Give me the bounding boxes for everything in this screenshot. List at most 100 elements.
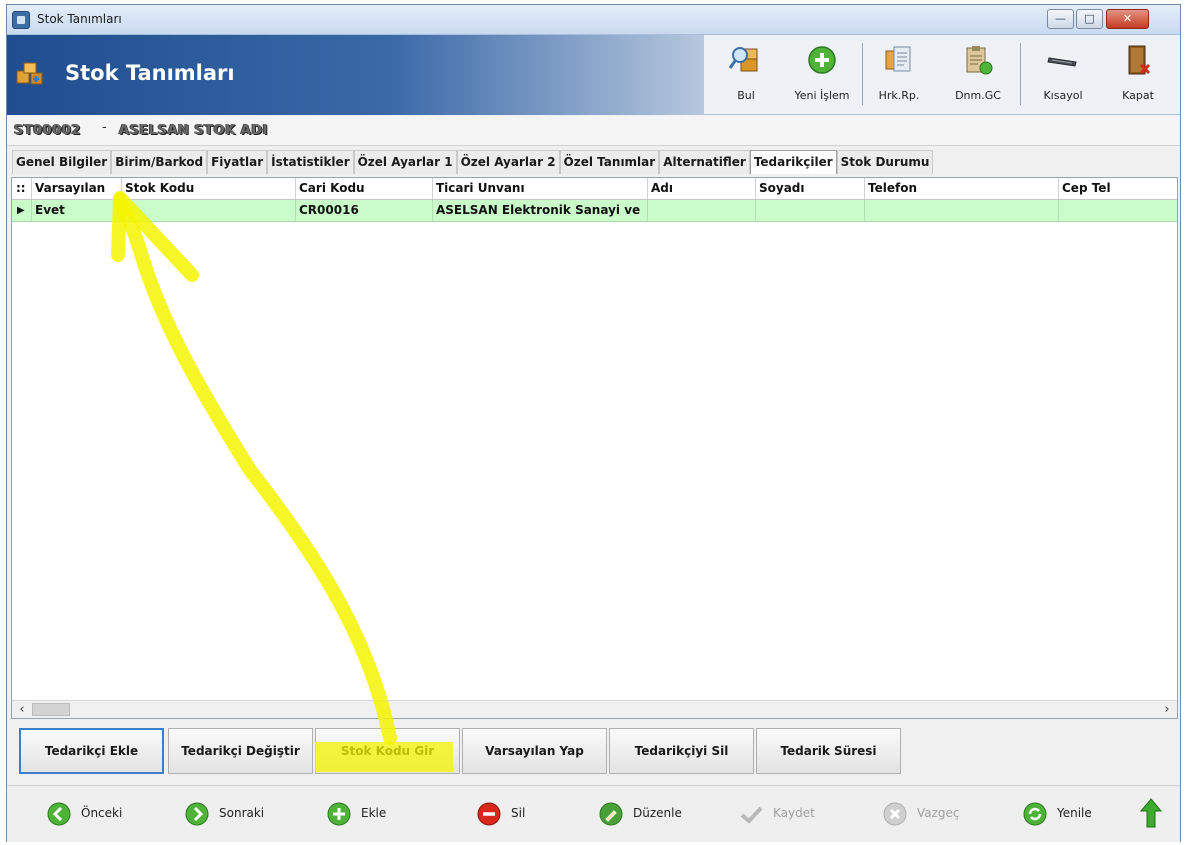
toolbar-label: Bul (737, 89, 755, 102)
exit-door-icon (1128, 45, 1151, 75)
table-cell[interactable]: CR00016 (296, 200, 433, 221)
main-window: Stok Tanımları — □ ✕ Stok Tanımları Bul (6, 4, 1181, 842)
scroll-right-arrow-icon[interactable]: › (1159, 701, 1175, 718)
column-header[interactable]: Cep Tel (1059, 178, 1179, 199)
horizontal-scrollbar[interactable]: ‹ › (12, 700, 1177, 718)
stock-info-bar: ST00002 - ASELSAN STOK ADI (7, 116, 1180, 146)
cancel-button[interactable]: Vazgeç (883, 798, 983, 830)
window-title: Stok Tanımları (37, 12, 122, 26)
close-window-button[interactable]: ✕ (1106, 9, 1149, 29)
bottom-navigation: Önceki Sonraki Ekle Sil Düzenle Kaydet V… (7, 785, 1180, 842)
green-plus-icon (327, 802, 351, 826)
keyboard-icon (1047, 57, 1077, 67)
delete-button[interactable]: Sil (477, 798, 547, 830)
toolbar-divider (862, 43, 863, 105)
table-row[interactable]: ▶ Evet CR00016 ASELSAN Elektronik Sanayi… (12, 200, 1177, 222)
nav-label: Ekle (361, 806, 387, 820)
table-cell[interactable] (756, 200, 865, 221)
toolbar-label: Kapat (1122, 89, 1154, 102)
nav-label: Kaydet (773, 806, 815, 820)
column-header[interactable]: Adı (648, 178, 756, 199)
stock-separator: - (102, 120, 107, 135)
table-cell[interactable]: Evet (32, 200, 122, 221)
suppliers-grid[interactable]: :: Varsayılan Stok Kodu Cari Kodu Ticari… (11, 177, 1178, 719)
tab-statistics[interactable]: İstatistikler (267, 150, 354, 174)
scroll-left-arrow-icon[interactable]: ‹ (14, 701, 30, 718)
title-bar: Stok Tanımları — □ ✕ (7, 5, 1180, 35)
enter-stock-code-button[interactable]: Stok Kodu Gir (315, 728, 460, 774)
tab-strip: Genel Bilgiler Birim/Barkod Fiyatlar İstati… (12, 150, 934, 174)
table-cell[interactable]: ASELSAN Elektronik Sanayi ve (433, 200, 648, 221)
tab-special-settings-1[interactable]: Özel Ayarlar 1 (353, 150, 457, 174)
supply-time-button[interactable]: Tedarik Süresi (756, 728, 901, 774)
toolbar-new-button[interactable]: Yeni İşlem (787, 39, 857, 111)
green-arrow-left-icon (47, 802, 71, 826)
toolbar-close-button[interactable]: Kapat (1112, 39, 1164, 111)
nav-label: Sonraki (219, 806, 265, 820)
scroll-top-button[interactable] (1139, 798, 1169, 830)
row-indicator: ▶ (12, 200, 32, 221)
column-header[interactable]: Cari Kodu (296, 178, 433, 199)
toolbar-dnmgc-button[interactable]: Dnm.GC (947, 39, 1009, 111)
green-plus-icon (808, 46, 836, 74)
tab-prices[interactable]: Fiyatlar (207, 150, 268, 174)
nav-label: Sil (511, 806, 526, 820)
stock-code: ST00002 (14, 123, 81, 138)
magnifier-boxes-icon (729, 47, 758, 72)
table-cell[interactable] (122, 200, 296, 221)
checkmark-icon (740, 806, 763, 824)
tab-unit-barcode[interactable]: Birim/Barkod (111, 150, 208, 174)
toolbar-label: Kısayol (1043, 89, 1083, 102)
toolbar-find-button[interactable]: Bul (719, 39, 773, 111)
app-icon (12, 11, 30, 29)
previous-button[interactable]: Önceki (47, 798, 147, 830)
scroll-thumb[interactable] (32, 703, 70, 716)
maximize-button[interactable]: □ (1076, 9, 1103, 29)
tab-special-definitions[interactable]: Özel Tanımlar (559, 150, 660, 174)
tab-alternatives[interactable]: Alternatifler (659, 150, 750, 174)
toolbar-report-button[interactable]: Hrk.Rp. (869, 39, 929, 111)
grid-indicator-header: :: (12, 178, 32, 199)
clipboard-refresh-icon (966, 46, 993, 75)
nav-label: Önceki (81, 806, 123, 820)
column-header[interactable]: Varsayılan (32, 178, 122, 199)
table-cell[interactable] (648, 200, 756, 221)
green-arrow-right-icon (185, 802, 209, 826)
change-supplier-button[interactable]: Tedarikçi Değiştir (168, 728, 313, 774)
stock-name: ASELSAN STOK ADI (119, 123, 268, 138)
grid-actions-bar: Tedarikçi Ekle Tedarikçi Değiştir Stok K… (11, 722, 1178, 780)
nav-label: Vazgeç (917, 806, 960, 820)
toolbar-shortcut-button[interactable]: Kısayol (1032, 39, 1094, 111)
column-header[interactable]: Ticari Unvanı (433, 178, 648, 199)
toolbar-label: Yeni İşlem (794, 89, 850, 102)
refresh-button[interactable]: Yenile (1023, 798, 1123, 830)
document-stack-icon (885, 46, 911, 72)
red-minus-icon (477, 802, 501, 826)
next-button[interactable]: Sonraki (185, 798, 285, 830)
add-button[interactable]: Ekle (327, 798, 407, 830)
tab-general[interactable]: Genel Bilgiler (12, 150, 112, 174)
set-default-button[interactable]: Varsayılan Yap (462, 728, 607, 774)
header-toolbar: Stok Tanımları Bul Yeni İşlem Hrk.Rp. Dn… (7, 35, 1180, 115)
toolbar-label: Hrk.Rp. (878, 89, 920, 102)
table-cell[interactable] (1059, 200, 1179, 221)
delete-supplier-button[interactable]: Tedarikçiyi Sil (609, 728, 754, 774)
tab-special-settings-2[interactable]: Özel Ayarlar 2 (456, 150, 560, 174)
nav-label: Yenile (1057, 806, 1092, 820)
tab-suppliers[interactable]: Tedarikçiler (749, 150, 837, 174)
toolbar-label: Dnm.GC (955, 89, 1001, 102)
cancel-x-icon (883, 802, 907, 826)
edit-button[interactable]: Düzenle (599, 798, 699, 830)
column-header[interactable]: Stok Kodu (122, 178, 296, 199)
column-header[interactable]: Soyadı (756, 178, 865, 199)
tab-stock-status[interactable]: Stok Durumu (836, 150, 934, 174)
minimize-button[interactable]: — (1047, 9, 1074, 29)
grid-header: :: Varsayılan Stok Kodu Cari Kodu Ticari… (12, 178, 1177, 200)
refresh-icon (1023, 802, 1047, 826)
table-cell[interactable] (865, 200, 1059, 221)
header-title: Stok Tanımları (65, 61, 235, 85)
column-header[interactable]: Telefon (865, 178, 1059, 199)
add-supplier-button[interactable]: Tedarikçi Ekle (19, 728, 164, 774)
toolbar-divider (1020, 43, 1021, 105)
save-button[interactable]: Kaydet (739, 798, 839, 830)
